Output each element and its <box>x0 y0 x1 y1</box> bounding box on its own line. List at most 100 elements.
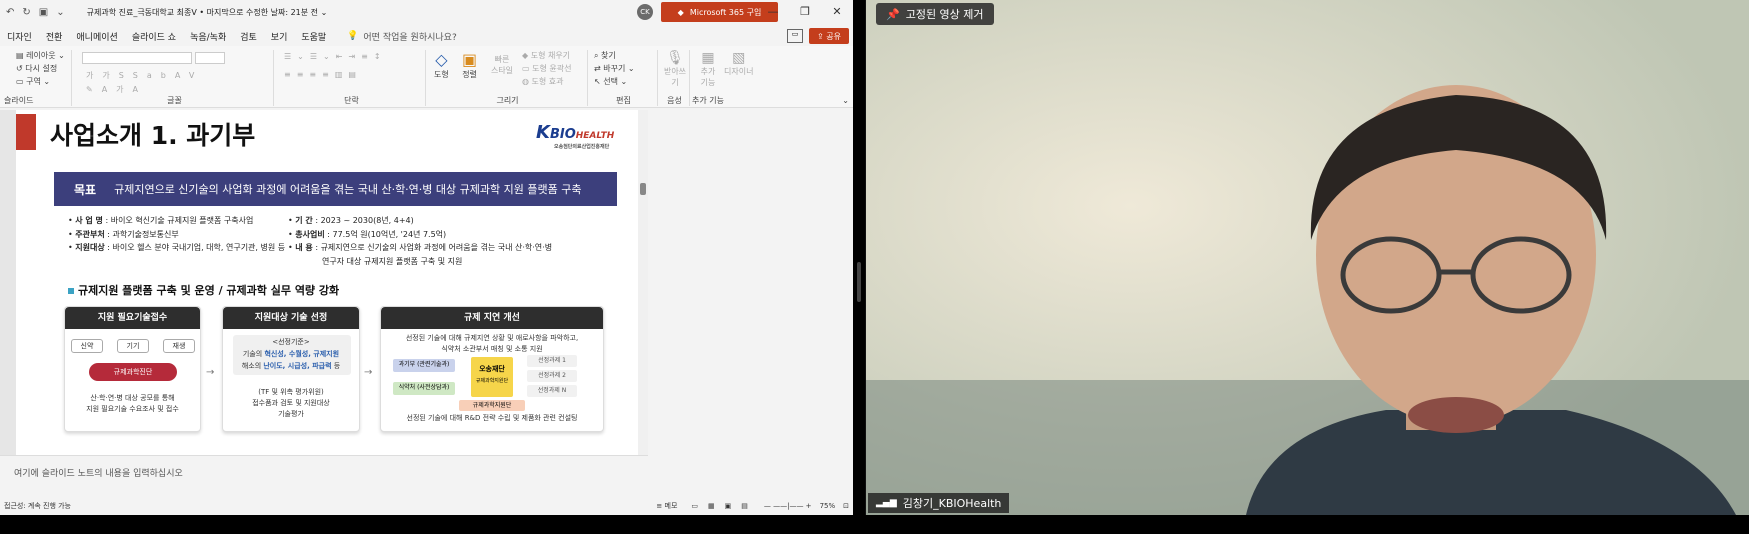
align-buttons[interactable]: ≡≡≡≡▥▤ <box>284 70 362 79</box>
font-color-buttons[interactable]: ✎A가A <box>86 84 147 95</box>
present-icon[interactable]: ▣ <box>39 7 48 18</box>
group-label-addins: 추가 기능 <box>692 96 724 105</box>
ribbon-collapse-icon[interactable]: ⌄ <box>842 96 849 105</box>
m365-buy-label: Microsoft 365 구입 <box>689 7 762 17</box>
thumbnail-strip[interactable] <box>0 110 16 455</box>
vertical-scrollbar[interactable] <box>638 110 648 455</box>
criteria-title: <선정기준> <box>272 338 310 346</box>
ribbon-group-font: 가가SSabAV ✎A가A 글꼴 <box>76 50 274 106</box>
right-bullet-list: • 기 간 : 2023 ~ 2030(8년, 4+4) • 총사업비 : 77… <box>288 214 552 268</box>
shape-button[interactable]: ◇ 도형 <box>434 50 449 80</box>
comment-icon[interactable]: ▭ <box>787 29 803 43</box>
layout-button[interactable]: ▤ 레이아웃 ⌄ <box>16 50 65 61</box>
card-selection: 지원대상 기술 선정 <선정기준> 기술의 혁신성, 수월성, 규제지원 해소의… <box>222 306 360 432</box>
window-controls: — ❐ ✕ <box>757 0 853 24</box>
tab-view[interactable]: 보기 <box>264 30 295 43</box>
layout-label: 레이아웃 <box>26 51 56 60</box>
notes-toggle-label: 메모 <box>664 502 678 510</box>
addins-button-label: 추가 기능 <box>700 67 716 87</box>
card-header: 규제 지연 개선 <box>381 307 603 329</box>
unpin-video-button[interactable]: 📌 고정된 영상 제거 <box>876 3 994 25</box>
scrollbar-thumb[interactable] <box>640 183 646 195</box>
kbiohealth-logo: KBIOHEALTH 오송첨단의료산업진흥재단 <box>536 122 615 150</box>
undo-icon[interactable]: ↶ <box>6 7 14 18</box>
shape-outline-button[interactable]: ▭ 도형 윤곽선 <box>522 63 571 74</box>
avatar[interactable]: CK <box>637 4 653 20</box>
tab-help[interactable]: 도움말 <box>294 30 333 43</box>
tell-me-box[interactable]: 💡 어떤 작업을 원하시나요? <box>347 30 457 43</box>
redo-icon[interactable]: ↻ <box>22 7 30 18</box>
zoom-level[interactable]: 75% <box>820 502 836 510</box>
quick-style-button[interactable]: 빠른 스타일 <box>490 54 514 76</box>
osong-label: 오송재단 <box>479 365 505 373</box>
box-mfds: 식약처 (사전상담과) <box>393 382 455 395</box>
fill-label: 도형 채우기 <box>530 51 571 60</box>
list-buttons[interactable]: ☰⌄☰⌄⇤⇥≡↕ <box>284 52 387 61</box>
quick-style-label: 빠른 스타일 <box>490 55 514 75</box>
status-bar: 접근성: 계속 진행 가능 ≡ 메모 ▭▦▣▤ — ——|—— + 75% ⊡ <box>0 497 853 515</box>
tab-design[interactable]: 디자인 <box>0 30 39 43</box>
reset-button[interactable]: ↺ 다시 설정 <box>16 63 57 74</box>
notes-pane[interactable]: 여기에 슬라이드 노트의 내용을 입력하십시오 <box>0 455 648 491</box>
addins-button[interactable]: ▦ 추가 기능 <box>696 50 720 88</box>
logo-health: HEALTH <box>575 131 615 141</box>
title-bar: ↶ ↻ ▣ ⌄ 규제과학 진료_극동대학교 최종V • 마지막으로 수정한 날짜… <box>0 0 853 24</box>
goal-banner: 목표 규제지연으로 신기술의 사업화 과정에 어려움을 겪는 국내 산·학·연·… <box>54 172 617 206</box>
tab-animations[interactable]: 애니메이션 <box>69 30 124 43</box>
shape-effect-button[interactable]: ◍ 도형 효과 <box>522 76 564 87</box>
select-button[interactable]: ↖ 선택 ⌄ <box>594 76 627 87</box>
tab-slideshow[interactable]: 슬라이드 쇼 <box>125 30 183 43</box>
tab-review[interactable]: 검토 <box>233 30 264 43</box>
list-item: • 총사업비 : 77.5억 원(10억년, '24년 7.5억) <box>288 229 447 239</box>
powerpoint-window: ↶ ↻ ▣ ⌄ 규제과학 진료_극동대학교 최종V • 마지막으로 수정한 날짜… <box>0 0 853 515</box>
group-label-drawing: 그리기 <box>496 96 519 105</box>
card-text: 산·학·연·병 대상 공모를 통해 <box>90 394 175 402</box>
list-item: • 사 업 명 : 바이오 혁신기술 규제지원 플랫폼 구축사업 <box>68 216 254 225</box>
dictate-button[interactable]: 🎙 받아쓰기 <box>662 50 688 88</box>
notes-toggle[interactable]: ≡ 메모 <box>656 501 677 511</box>
card-support-intake: 지원 필요기술접수 신약 기기 재생 규제과학진단 산·학·연·병 대상 공모를… <box>64 306 201 432</box>
split-handle[interactable] <box>857 262 861 302</box>
box-msit: 과기부 (관련기술과) <box>393 359 455 372</box>
slide-canvas[interactable]: 사업소개 1. 과기부 KBIOHEALTH 오송첨단의료산업진흥재단 목표 규… <box>16 110 644 455</box>
tell-me-text: 어떤 작업을 원하시나요? <box>363 32 457 43</box>
find-button[interactable]: ⌕ 찾기 <box>594 50 616 61</box>
font-name-box <box>82 52 225 64</box>
find-label: 찾기 <box>601 51 616 60</box>
ribbon-group-addins: ▦ 추가 기능 ▧ 디자이너 추가 기능 <box>692 50 772 106</box>
arrange-button[interactable]: ▣ 정렬 <box>462 50 477 80</box>
card-regulatory-improvement: 규제 지연 개선 선정된 기술에 대해 규제지연 상황 및 애로사항을 파악하고… <box>380 306 604 432</box>
criteria-line: 해소의 난이도, 시급성, 파급력 등 <box>241 362 341 370</box>
fit-slide-icon[interactable]: ⊡ <box>843 502 849 510</box>
customize-icon[interactable]: ⌄ <box>56 7 64 18</box>
ribbon-group-paragraph: ☰⌄☰⌄⇤⇥≡↕ ≡≡≡≡▥▤ 단락 <box>278 50 426 106</box>
font-format-buttons[interactable]: 가가SSabAV <box>86 70 203 81</box>
view-buttons[interactable]: ▭▦▣▤ <box>691 502 757 510</box>
zoom-slider[interactable]: — ——|—— + <box>764 502 812 510</box>
replace-button[interactable]: ⇄ 바꾸기 ⌄ <box>594 63 635 74</box>
participant-name-badge: ▂▄▆ 김창기_KBIOHealth <box>868 493 1010 513</box>
card-header: 지원 필요기술접수 <box>65 307 200 329</box>
chip-drug: 신약 <box>71 339 103 353</box>
section-heading-text: 규제지원 플랫폼 구축 및 운영 / 규제과학 실무 역량 강화 <box>78 284 340 297</box>
document-title[interactable]: 규제과학 진료_극동대학교 최종V • 마지막으로 수정한 날짜: 21분 전 … <box>87 7 328 18</box>
logo-bio: BIO <box>549 127 576 142</box>
quick-access-toolbar: ↶ ↻ ▣ ⌄ <box>0 7 65 18</box>
participant-name: 김창기_KBIOHealth <box>902 497 1002 510</box>
close-icon[interactable]: ✕ <box>821 0 853 24</box>
box-osong: 오송재단 규제과학지원단 <box>471 357 513 397</box>
shape-fill-button[interactable]: ◆ 도형 채우기 <box>522 50 570 61</box>
list-item: • 주관부처 : 과학기술정보통신부 <box>68 229 179 239</box>
maximize-icon[interactable]: ❐ <box>789 0 821 24</box>
pin-icon: 📌 <box>886 7 900 21</box>
accessibility-status[interactable]: 접근성: 계속 진행 가능 <box>4 501 71 511</box>
tab-record[interactable]: 녹음/녹화 <box>183 30 233 43</box>
designer-label: 디자이너 <box>724 67 754 76</box>
tab-transitions[interactable]: 전환 <box>39 30 70 43</box>
share-button[interactable]: ⇪ 공유 <box>809 28 849 44</box>
designer-button[interactable]: ▧ 디자이너 <box>724 50 753 77</box>
diagnosis-pill: 규제과학진단 <box>89 363 177 381</box>
minimize-icon[interactable]: — <box>757 0 789 24</box>
section-button[interactable]: ▭ 구역 ⌄ <box>16 76 50 87</box>
card-text: 접수품과 검토 및 지원대상 <box>252 399 330 407</box>
